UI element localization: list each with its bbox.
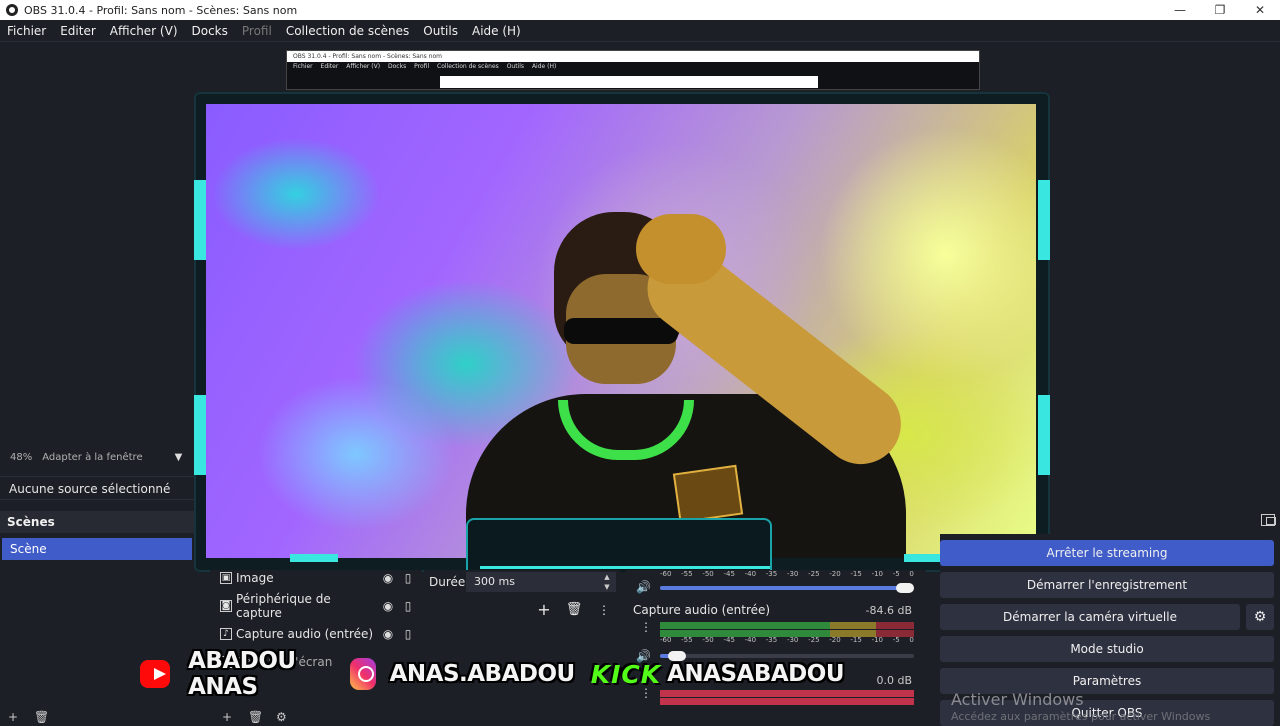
source-row-audio[interactable]: ♪ Capture audio (entrée) ◉ ▯	[220, 622, 416, 646]
frame-accent-right-top	[1038, 180, 1050, 260]
studio-mode-button[interactable]: Mode studio	[940, 636, 1274, 662]
trash-icon[interactable]: 🗑	[248, 710, 263, 724]
nested-menu: Fichier Editer Afficher (V) Docks Profil…	[287, 62, 979, 72]
add-transition-button[interactable]: +	[534, 600, 554, 620]
lock-icon[interactable]: ▯	[400, 599, 416, 613]
frame-accent-left-bottom	[194, 395, 206, 475]
menu-outils[interactable]: Outils	[416, 24, 465, 38]
stop-streaming-button[interactable]: Arrêter le streaming	[940, 540, 1274, 566]
duration-input[interactable]: 300 ms	[466, 572, 616, 592]
source-label: Image	[236, 571, 274, 585]
shirt-badge	[672, 464, 744, 524]
duration-label: Durée	[429, 575, 466, 589]
zoom-bar: 48% Adapter à la fenêtre ▼	[0, 448, 194, 466]
meter-scale-top: -60 -55 -50 -45 -40 -35 -30 -25 -20 -15 -10 -5 0	[660, 570, 914, 578]
youtube-handle: ABADOU ANAS	[188, 648, 296, 700]
source-label: Périphérique de capture	[236, 592, 331, 620]
camera-icon: ◙	[220, 600, 232, 612]
eye-icon[interactable]: ◉	[380, 627, 396, 641]
scene-list-item[interactable]: Scène	[2, 538, 192, 560]
activate-windows-title: Activer Windows	[951, 690, 1084, 709]
audio-meter-1a	[660, 622, 914, 629]
menu-docks[interactable]: Docks	[185, 24, 235, 38]
menu-profil[interactable]: Profil	[235, 24, 279, 38]
maximize-button[interactable]: ❐	[1200, 0, 1240, 20]
image-icon: ▣	[220, 572, 232, 584]
close-button[interactable]: ✕	[1240, 0, 1280, 20]
frame-accent-right-bottom	[1038, 395, 1050, 475]
start-virtual-camera-button[interactable]: Démarrer la caméra virtuelle	[940, 604, 1240, 630]
nested-menu-item: Afficher (V)	[346, 63, 381, 70]
nested-recursive-window	[440, 76, 818, 88]
lock-icon[interactable]: ▯	[400, 571, 416, 585]
title-bar: OBS 31.0.4 - Profil: Sans nom - Scènes: …	[0, 0, 1280, 20]
more-options-icon[interactable]: ⋮	[594, 600, 614, 620]
kick-logo: KICK	[590, 659, 662, 689]
speaker-icon[interactable]: 🔊	[636, 580, 651, 594]
frame-bottom-tab	[466, 518, 772, 572]
instagram-handle: ANAS.ABADOU	[389, 661, 576, 687]
social-overlay: ABADOU ANAS ANAS.ABADOU KICK ANASABADOU	[140, 648, 860, 700]
add-scene-button[interactable]: +	[8, 710, 18, 724]
window-title: OBS 31.0.4 - Profil: Sans nom - Scènes: …	[24, 3, 298, 17]
source-info-bar: Aucune source sélectionné	[0, 476, 194, 500]
activate-windows-subtitle: Accédez aux paramètres pour activer Wind…	[951, 710, 1211, 723]
zoom-level: 48%	[10, 451, 33, 463]
nested-menu-item: Docks	[388, 63, 407, 70]
menu-afficher[interactable]: Afficher (V)	[103, 24, 185, 38]
scenes-header: Scènes	[0, 511, 194, 533]
start-recording-button[interactable]: Démarrer l'enregistrement	[940, 572, 1274, 598]
fit-window-select[interactable]: Adapter à la fenêtre	[42, 452, 142, 463]
minimize-button[interactable]: —	[1160, 0, 1200, 20]
undock-icon[interactable]	[1261, 514, 1276, 526]
nested-menu-item: Editer	[320, 63, 339, 70]
frame-accent-bottom-left	[290, 554, 338, 562]
add-source-button[interactable]: +	[222, 710, 232, 724]
source-label: Capture audio (entrée)	[236, 627, 374, 641]
source-row-camera[interactable]: ◙ Périphérique de capture ◉ ▯	[220, 592, 416, 620]
mixer-channel2-db: 0.0 dB	[876, 674, 912, 687]
kick-handle: ANASABADOU	[667, 661, 844, 687]
obs-logo-icon	[6, 4, 18, 16]
person-hand	[636, 214, 726, 284]
eye-icon[interactable]: ◉	[380, 599, 396, 613]
mic-icon: ♪	[220, 628, 232, 640]
frame-accent-left-top	[194, 180, 206, 260]
nested-title: OBS 31.0.4 - Profil: Sans nom - Scènes: …	[287, 51, 979, 62]
menu-bar: Fichier Editer Afficher (V) Docks Profil…	[0, 20, 1280, 42]
chevron-down-icon[interactable]: ▼	[175, 452, 183, 463]
audio-meter-2b	[660, 698, 914, 705]
meter-scale: -60 -55 -50 -45 -40 -35 -30 -25 -20 -15 -10 -5 0	[660, 636, 914, 644]
frame-accent-bottom-line	[480, 566, 770, 569]
nested-menu-item: Fichier	[293, 63, 313, 70]
nested-menu-item: Aide (H)	[531, 63, 557, 70]
menu-collection-scenes[interactable]: Collection de scènes	[279, 24, 416, 38]
duration-stepper[interactable]: ▲ ▼	[600, 572, 614, 592]
eye-icon[interactable]: ◉	[380, 571, 396, 585]
trash-icon[interactable]: 🗑	[564, 600, 584, 620]
mixer-channel-db: -84.6 dB	[865, 604, 913, 617]
source-row-image[interactable]: ▣ Image ◉ ▯	[220, 566, 416, 590]
menu-editer[interactable]: Editer	[53, 24, 103, 38]
trash-icon[interactable]: 🗑	[34, 710, 49, 724]
nested-menu-item: Profil	[414, 63, 430, 70]
volume-slider-1[interactable]	[660, 583, 914, 593]
lock-icon[interactable]: ▯	[400, 627, 416, 641]
instagram-icon	[350, 658, 376, 690]
sunglasses	[564, 318, 678, 344]
gear-icon[interactable]: ⚙	[276, 710, 287, 724]
nested-menu-item: Outils	[506, 63, 525, 70]
mixer-channel-label: Capture audio (entrée)	[633, 603, 771, 617]
gear-icon[interactable]: ⚙	[1246, 604, 1274, 630]
mixer-options-icon[interactable]: ⋮	[640, 621, 652, 633]
transitions-panel	[424, 570, 620, 720]
webcam-feed	[206, 104, 1036, 558]
menu-fichier[interactable]: Fichier	[0, 24, 53, 38]
youtube-icon	[140, 660, 171, 688]
menu-aide[interactable]: Aide (H)	[465, 24, 528, 38]
nested-menu-item: Collection de scènes	[437, 63, 499, 70]
